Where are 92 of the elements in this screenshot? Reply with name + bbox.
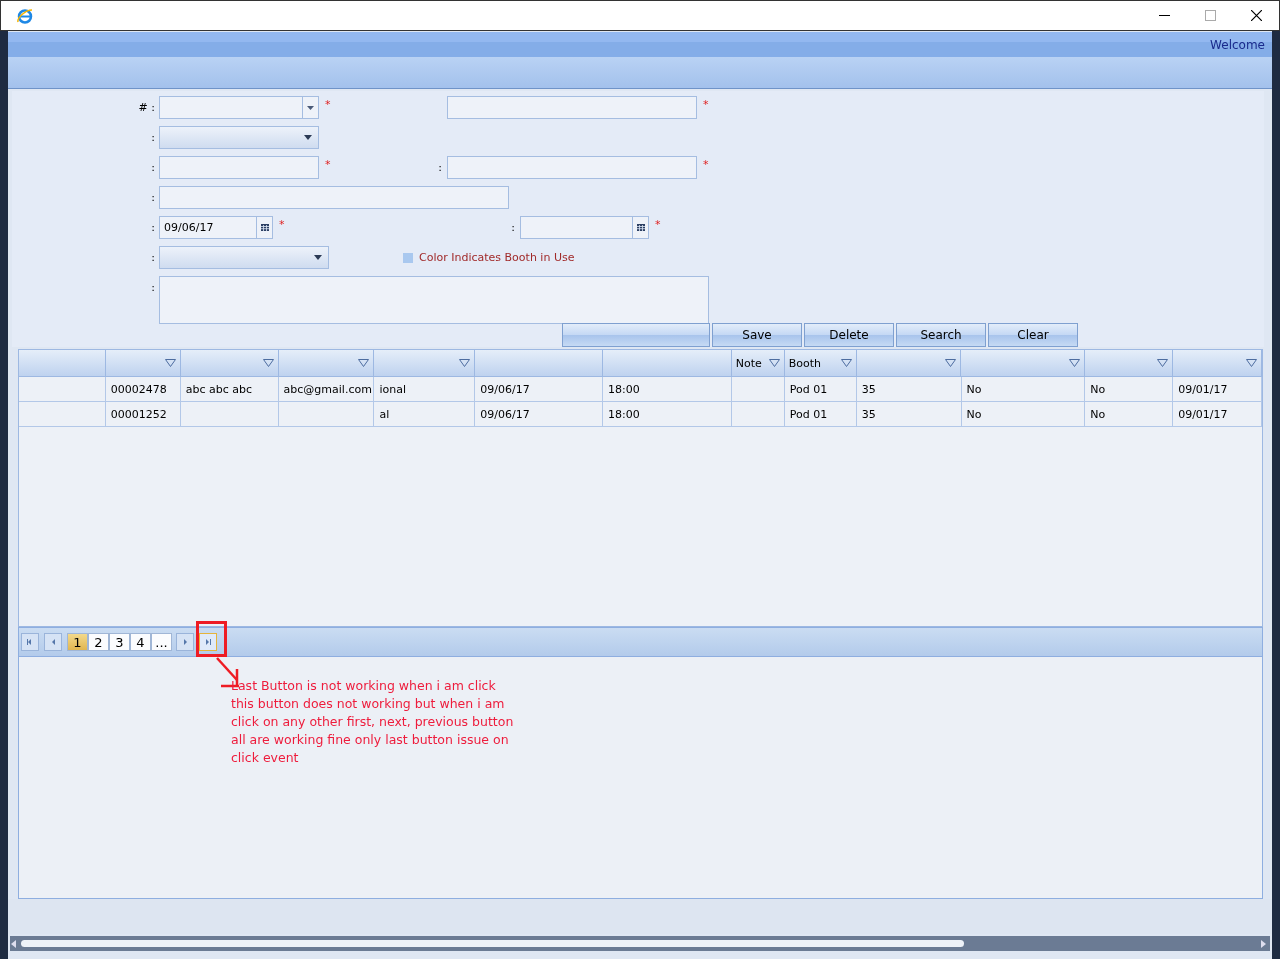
action-button[interactable]: Save (712, 323, 802, 347)
calendar-icon[interactable] (632, 217, 648, 238)
last-page-icon[interactable] (205, 639, 211, 645)
column-header[interactable]: Booth (784, 350, 857, 376)
table-cell: No (961, 402, 1086, 427)
field-label: : (150, 280, 156, 296)
required-mark: * (702, 97, 710, 113)
first-page-icon[interactable] (27, 639, 33, 645)
table-cell: al (374, 402, 476, 427)
table-cell: 09/01/17 (1173, 402, 1262, 427)
input-field[interactable] (447, 156, 697, 179)
input-field[interactable] (159, 156, 319, 179)
date-field[interactable] (520, 216, 649, 239)
table-cell: abc@gmail.com (278, 377, 375, 402)
next-icon[interactable] (182, 639, 188, 645)
required-mark: * (702, 157, 710, 173)
filter-icon[interactable] (945, 359, 957, 367)
previous-page-button[interactable] (44, 633, 62, 651)
page-button[interactable]: 2 (88, 633, 109, 651)
required-mark: * (324, 157, 332, 173)
welcome-text: Welcome (1210, 37, 1265, 52)
dropdown-field[interactable] (159, 246, 329, 269)
caret-icon[interactable] (307, 105, 314, 110)
scroll-left-icon[interactable] (10, 939, 18, 948)
caret-icon[interactable] (304, 135, 312, 140)
dropdown-field[interactable] (159, 96, 319, 119)
action-button[interactable]: Delete (804, 323, 894, 347)
required-mark: * (324, 97, 332, 113)
field-label: : (150, 220, 156, 236)
table-cell: ional (374, 377, 476, 402)
caret-icon[interactable] (314, 255, 322, 260)
field-label: : (510, 220, 516, 236)
page-button[interactable]: 3 (109, 633, 130, 651)
table-cell: 00002478 (105, 377, 181, 402)
filter-icon[interactable] (262, 359, 274, 367)
action-button[interactable]: Clear (988, 323, 1078, 347)
previous-icon[interactable] (50, 639, 56, 645)
page-button[interactable]: 1 (67, 633, 88, 651)
required-mark: * (278, 217, 286, 233)
table-cell: 35 (856, 377, 962, 402)
browser-logo-icon (17, 7, 33, 24)
close-icon[interactable] (1250, 10, 1262, 21)
table-cell (731, 377, 785, 402)
field-label: : (150, 160, 156, 176)
last-page-button[interactable] (199, 633, 217, 651)
table-cell: No (1085, 402, 1174, 427)
filter-icon[interactable] (768, 359, 780, 367)
table-cell: 35 (856, 402, 962, 427)
minimize-icon[interactable] (1158, 15, 1170, 16)
action-button[interactable]: Search (896, 323, 986, 347)
field-label: : (150, 250, 156, 266)
filter-icon[interactable] (1157, 359, 1169, 367)
table-cell: abc abc abc (180, 377, 279, 402)
scroll-right-icon[interactable] (1259, 939, 1267, 948)
page-button[interactable]: ... (151, 633, 172, 651)
add-button[interactable] (562, 323, 710, 347)
filter-icon[interactable] (358, 359, 370, 367)
legend-text: Color Indicates Booth in Use (419, 250, 575, 266)
field-label: # : (137, 100, 156, 116)
maximize-icon[interactable] (1204, 10, 1216, 21)
table-cell: 18:00 (603, 402, 732, 427)
table-cell: 18:00 (603, 377, 732, 402)
filter-icon[interactable] (1069, 359, 1081, 367)
field-label: : (437, 160, 443, 176)
page-button[interactable]: 4 (130, 633, 151, 651)
date-value: 09/06/17 (163, 221, 215, 234)
table-cell: Pod 01 (784, 377, 857, 402)
field-label: : (150, 130, 156, 146)
table-cell: Pod 01 (784, 402, 857, 427)
filter-icon[interactable] (840, 359, 852, 367)
table-cell: No (1085, 377, 1174, 402)
table-cell: 09/01/17 (1173, 377, 1262, 402)
table-cell: 00001252 (105, 402, 181, 427)
horizontal-scrollbar[interactable] (10, 936, 1270, 951)
table-cell: No (961, 377, 1086, 402)
table-cell: 09/06/17 (475, 402, 604, 427)
dropdown-field[interactable] (159, 126, 319, 149)
input-field[interactable] (159, 186, 509, 209)
filter-icon[interactable] (1246, 359, 1257, 367)
column-header[interactable]: Note (731, 350, 785, 376)
calendar-icon[interactable] (256, 217, 272, 238)
date-field[interactable]: 09/06/17 (159, 216, 273, 239)
filter-icon[interactable] (459, 359, 471, 367)
highlight-frame (196, 621, 227, 657)
table-cell (731, 402, 785, 427)
next-page-button[interactable] (176, 633, 194, 651)
field-label: : (150, 190, 156, 206)
table-cell: 09/06/17 (475, 377, 604, 402)
required-mark: * (654, 217, 662, 233)
filter-icon[interactable] (164, 359, 176, 367)
input-field[interactable] (447, 96, 697, 119)
first-page-button[interactable] (21, 633, 39, 651)
